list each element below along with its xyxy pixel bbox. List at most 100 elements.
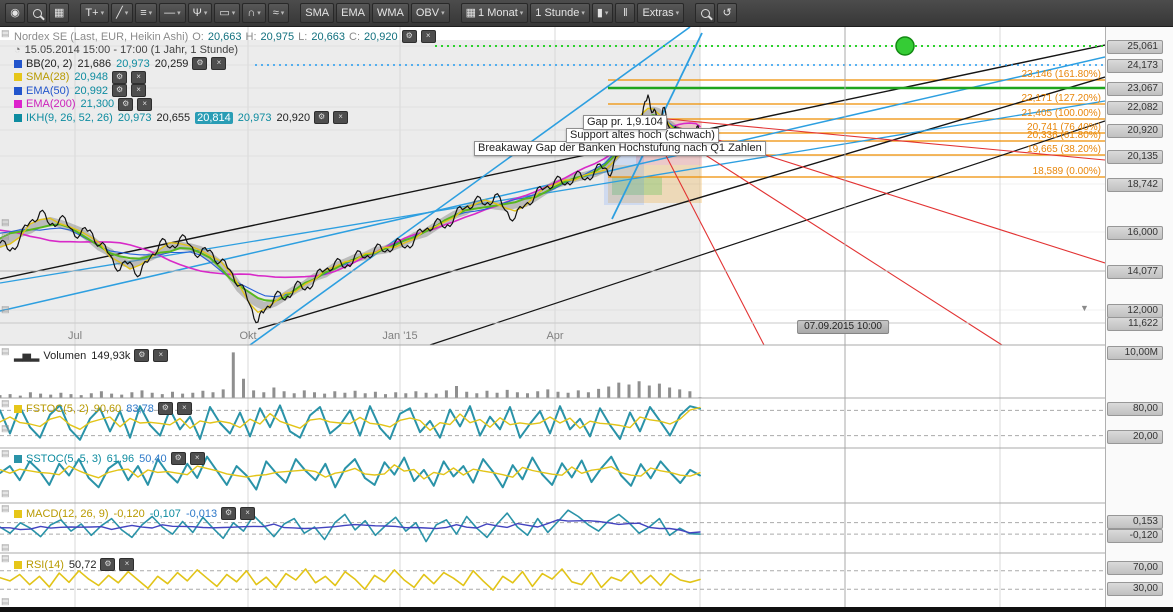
chevron-down-icon: ▾ xyxy=(125,9,129,17)
target-marker-circle[interactable] xyxy=(896,37,914,55)
indicator-legend-row: EMA(200)21,300⚙× xyxy=(14,98,152,111)
settings-icon[interactable]: ⚙ xyxy=(171,452,186,465)
camera-icon[interactable]: ◉ xyxy=(5,3,25,23)
close-icon[interactable]: × xyxy=(131,71,146,84)
indicator-value: 20,973 xyxy=(238,112,272,124)
fibonacci-level-label: 22,171 (127.20%) xyxy=(1021,93,1101,104)
trendline-tool-icon: ╱ xyxy=(116,8,123,19)
settings-icon[interactable]: ⚙ xyxy=(221,507,236,520)
settings-icon[interactable]: ⚙ xyxy=(402,30,417,43)
ema-button[interactable]: EMA xyxy=(336,3,370,23)
horizontal-line-tool-icon[interactable]: ―▾ xyxy=(159,3,186,23)
annotation-support[interactable]: Support altes hoch (schwach) xyxy=(566,128,719,143)
eraser-tool-icon: ▭ xyxy=(219,8,229,19)
panel-handle-icon[interactable]: ▤ xyxy=(1,347,10,356)
search-icon[interactable] xyxy=(27,3,47,23)
chart-style-button[interactable]: ▮▾ xyxy=(592,3,614,23)
axis-price-tag: 20,135 xyxy=(1107,150,1163,164)
arc-tool-icon: ∩ xyxy=(247,8,255,19)
indicator-value: 20,992 xyxy=(74,85,108,97)
panel-handle-icon[interactable]: ▤ xyxy=(1,554,10,563)
annotation-gap[interactable]: Gap pr. 1,9.104 xyxy=(583,115,667,130)
close-icon[interactable]: × xyxy=(177,402,192,415)
panel-label-row-fstoc: FSTOC(5, 2)90,6083,78⚙× xyxy=(14,402,192,415)
panel-handle-icon[interactable]: ▤ xyxy=(1,449,10,458)
text-tool-icon[interactable]: T+▾ xyxy=(80,3,109,23)
volume-bars-icon: ▂▅▂ xyxy=(14,349,39,362)
obv-button[interactable]: OBV▾ xyxy=(411,3,450,23)
indicator-value: 20,973 xyxy=(118,112,152,124)
close-icon[interactable]: × xyxy=(190,452,205,465)
panel-handle-icon[interactable]: ▤ xyxy=(1,232,10,241)
close-icon[interactable]: × xyxy=(333,111,348,124)
panel-handle-icon[interactable]: ▤ xyxy=(1,305,10,314)
pitchfork-tool-icon[interactable]: Ψ▾ xyxy=(188,3,213,23)
layout-grid-icon[interactable]: ▦ xyxy=(49,3,69,23)
undo-icon[interactable]: ↺ xyxy=(717,3,737,23)
trendline-tool-icon[interactable]: ╱▾ xyxy=(111,3,133,23)
close-icon[interactable]: × xyxy=(211,57,226,70)
axis-price-tag: -0,120 xyxy=(1107,529,1163,543)
close-icon[interactable]: × xyxy=(137,98,152,111)
toolbar-group-view_buttons: ▦1 Monat▾1 Stunde▾▮▾‖Extras▾ xyxy=(460,3,686,23)
ohlc-value: 20,920 xyxy=(364,31,398,43)
ohlc-value: 20,663 xyxy=(208,31,242,43)
arc-tool-icon[interactable]: ∩▾ xyxy=(242,3,265,23)
search-icon xyxy=(33,9,42,18)
panel-handle-icon[interactable]: ▤ xyxy=(1,489,10,498)
sma-button[interactable]: SMA xyxy=(300,3,334,23)
settings-icon[interactable]: ⚙ xyxy=(112,71,127,84)
toolbar-group-file_tools: ◉▦ xyxy=(4,3,70,23)
wave-tool-icon[interactable]: ≈▾ xyxy=(268,3,290,23)
timeframe-hour-button[interactable]: 1 Stunde▾ xyxy=(530,3,590,23)
close-icon[interactable]: × xyxy=(153,349,168,362)
wma-button[interactable]: WMA xyxy=(372,3,409,23)
timeframe-month-button[interactable]: ▦1 Monat▾ xyxy=(461,3,529,23)
close-icon[interactable]: × xyxy=(421,30,436,43)
chevron-down-icon: ▾ xyxy=(605,9,609,17)
settings-icon[interactable]: ⚙ xyxy=(112,84,127,97)
indicator-swatch xyxy=(14,87,22,95)
fibonacci-level-label: 19,665 (38.20%) xyxy=(1027,144,1101,155)
panel-label-row-macd: MACD(12, 26, 9)-0,120-0,107-0,013⚙× xyxy=(14,507,255,520)
indicator-label: EMA(50) xyxy=(26,85,69,97)
panel-handle-icon[interactable]: ▤ xyxy=(1,29,10,38)
indicator-swatch xyxy=(14,405,22,413)
settings-icon[interactable]: ⚙ xyxy=(192,57,207,70)
settings-icon[interactable]: ⚙ xyxy=(134,349,149,362)
indicator-swatch xyxy=(14,510,22,518)
settings-icon[interactable]: ⚙ xyxy=(118,98,133,111)
axis-price-tag: 25,061 xyxy=(1107,40,1163,54)
charting-app: ◉▦T+▾╱▾≡▾―▾Ψ▾▭▾∩▾≈▾SMAEMAWMAOBV▾▦1 Monat… xyxy=(0,0,1173,612)
panel-handle-icon[interactable]: ▤ xyxy=(1,597,10,606)
indicator-label: SMA(28) xyxy=(26,71,69,83)
zoom-in-icon[interactable] xyxy=(695,3,715,23)
price-axis[interactable]: 25,06124,17323,06722,08220,92020,13518,7… xyxy=(1105,27,1173,607)
settings-icon[interactable]: ⚙ xyxy=(158,402,173,415)
panel-handle-icon[interactable]: ▤ xyxy=(1,218,10,227)
panel-handle-icon[interactable]: ▤ xyxy=(1,424,10,433)
compare-button[interactable]: ‖ xyxy=(615,3,635,23)
annotation-breakaway-gap[interactable]: Breakaway Gap der Banken Hochstufung nac… xyxy=(474,141,766,156)
panel-handle-icon[interactable]: ▤ xyxy=(1,399,10,408)
indicator-value: 20,973 xyxy=(116,58,150,70)
close-icon[interactable]: × xyxy=(240,507,255,520)
panel-label-row-sstoc: SSTOC(5, 5, 3)61,9650,40⚙× xyxy=(14,452,205,465)
settings-icon[interactable]: ⚙ xyxy=(314,111,329,124)
panel-indicator-label: SSTOC(5, 5, 3) xyxy=(26,453,102,465)
panel-handle-icon[interactable]: ▤ xyxy=(1,543,10,552)
extras-button-label: Extras xyxy=(642,7,673,19)
close-icon[interactable]: × xyxy=(131,84,146,97)
axis-price-tag: 20,00 xyxy=(1107,430,1163,444)
panel-handle-icon[interactable]: ▤ xyxy=(1,504,10,513)
settings-icon[interactable]: ⚙ xyxy=(100,558,115,571)
scroll-latest-icon[interactable]: ▼ xyxy=(1080,303,1089,313)
sma-button-label: SMA xyxy=(305,7,329,19)
indicator-swatch xyxy=(14,561,22,569)
eraser-tool-icon[interactable]: ▭▾ xyxy=(214,3,240,23)
fibonacci-tool-icon[interactable]: ≡▾ xyxy=(135,3,157,23)
chevron-down-icon: ▾ xyxy=(101,9,105,17)
axis-price-tag: 70,00 xyxy=(1107,561,1163,575)
extras-button[interactable]: Extras▾ xyxy=(637,3,684,23)
close-icon[interactable]: × xyxy=(119,558,134,571)
